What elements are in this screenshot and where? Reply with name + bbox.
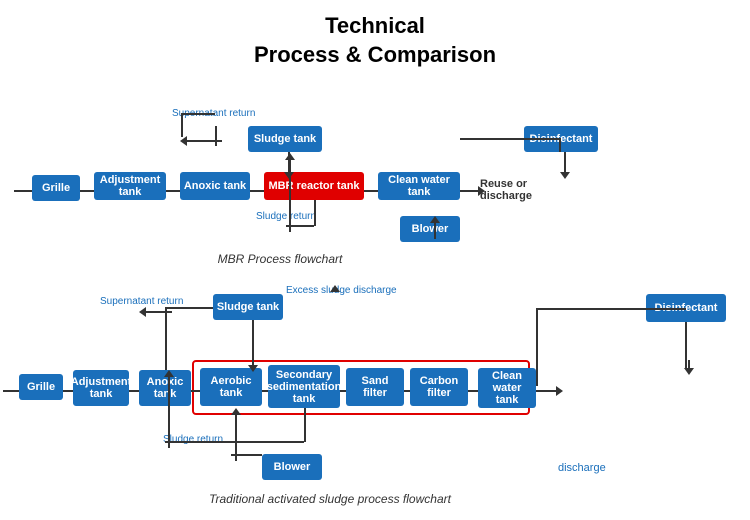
box-blower-2: Blower [262, 454, 322, 480]
box-clean-water-1: Clean water tank [378, 172, 460, 200]
box-sludge-2: Sludge tank [213, 294, 283, 320]
discharge-label: discharge [558, 462, 606, 474]
box-grille-2: Grille [19, 374, 63, 400]
box-adjustment-1: Adjustment tank [94, 172, 166, 200]
supernatant-arrow-2 [139, 307, 172, 317]
box-secondary-2: Secondary sedimentation tank [268, 365, 340, 408]
supernatant-arrow-1 [180, 136, 222, 146]
caption-2: Traditional activated sludge process flo… [130, 492, 530, 506]
disinfectant-down-1 [560, 152, 570, 179]
supernatant-label-2: Supernatant return [100, 296, 183, 307]
excess-sludge-label: Excess sludge discharge [286, 285, 397, 296]
box-aerobic-2: Aerobic tank [200, 368, 262, 406]
box-mbr: MBR reactor tank [264, 172, 364, 200]
box-adjustment-2: Adjustment tank [73, 370, 129, 406]
box-sand-2: Sand filter [346, 368, 404, 406]
box-carbon-2: Carbon filter [410, 368, 468, 406]
excess-arrow [330, 285, 340, 292]
page-title: Technical Process & Comparison [0, 0, 750, 69]
sludge-down-2 [248, 320, 258, 372]
box-grille-1: Grille [32, 175, 80, 201]
sludge-return-up-1 [285, 153, 295, 232]
reuse-label: Reuse or discharge [480, 178, 540, 202]
box-clean-water-2: Clean water tank [478, 368, 536, 408]
box-sludge-1: Sludge tank [248, 126, 322, 152]
blower-up-1 [430, 216, 440, 239]
disinfectant-down-2 [684, 360, 694, 375]
sludge-return-up-2 [164, 370, 174, 448]
box-anoxic-1: Anoxic tank [180, 172, 250, 200]
arrow-clean-discharge-2 [536, 386, 563, 396]
caption-1: MBR Process flowchart [170, 252, 390, 266]
